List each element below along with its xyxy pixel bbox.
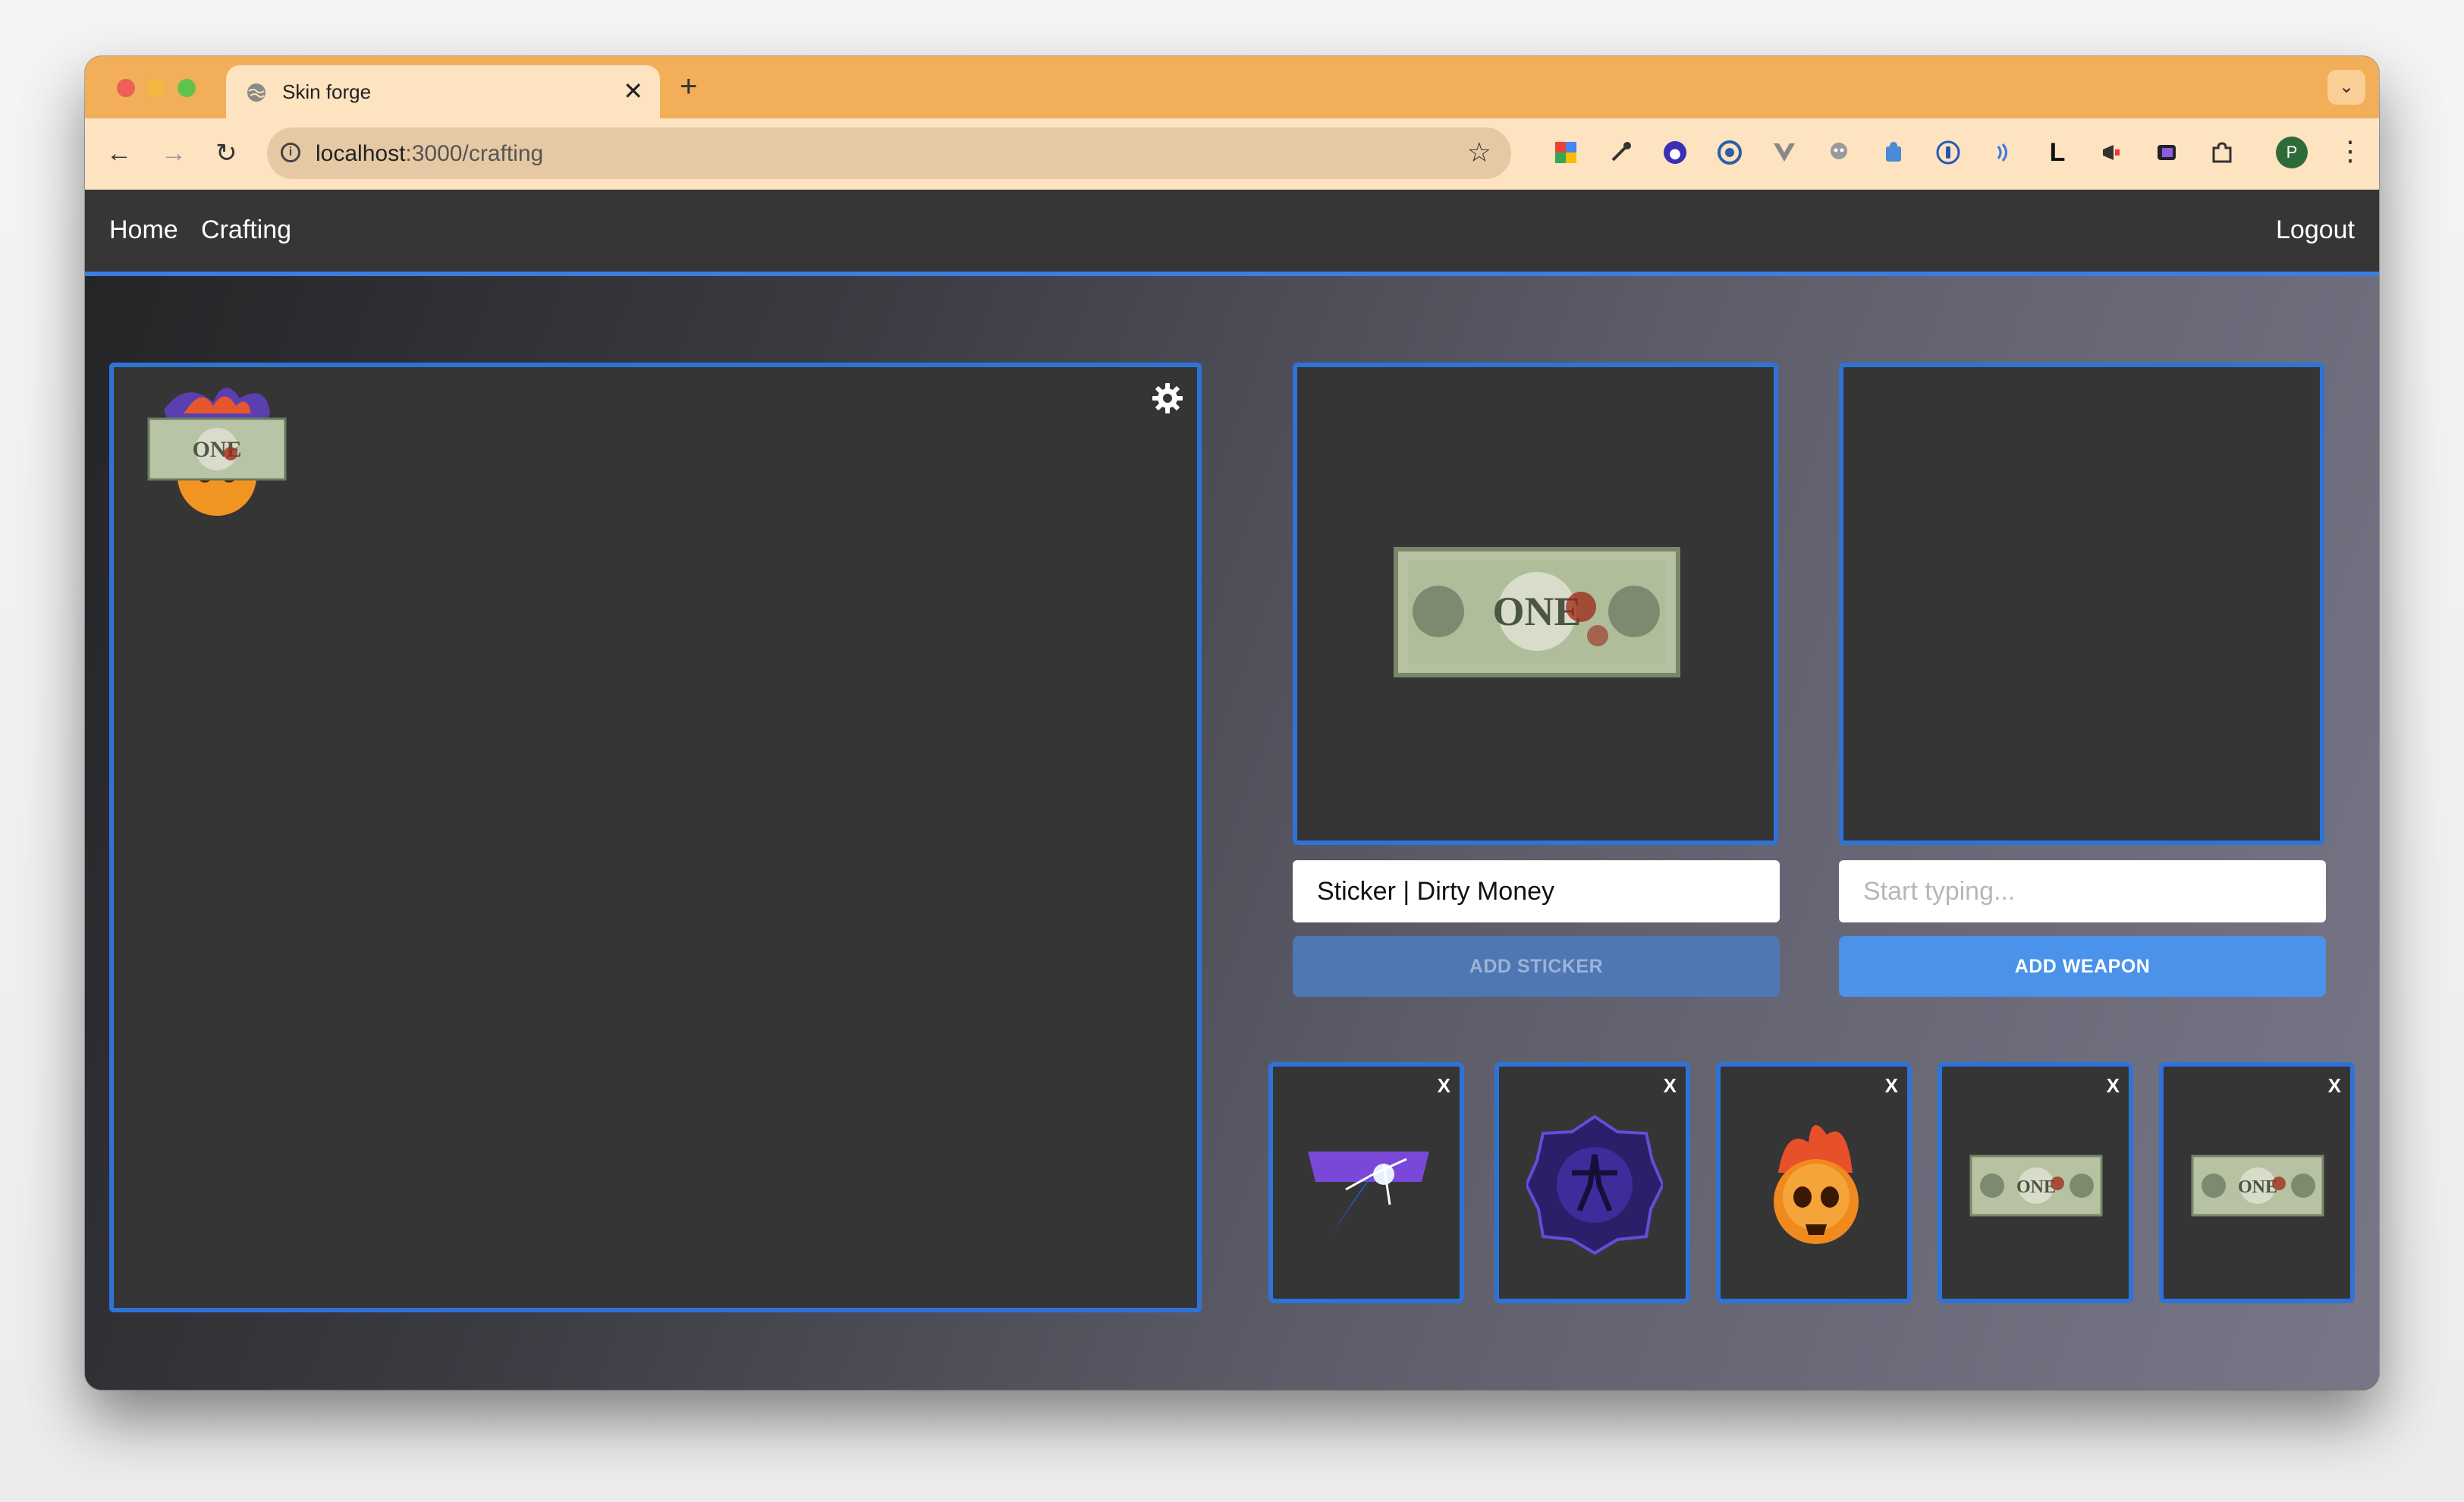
flaming-skull-sticker-image (1774, 1125, 1859, 1244)
remove-sticker-button[interactable]: X (1885, 1074, 1898, 1098)
crafting-canvas[interactable]: ONE (109, 363, 1202, 1312)
eyedropper-icon[interactable] (1607, 139, 1634, 166)
sticker-thumb[interactable]: X (1494, 1062, 1690, 1303)
canvas-placed-stickers[interactable]: ONE (141, 379, 293, 523)
site-info-icon[interactable]: i (281, 143, 300, 162)
l-extension-icon[interactable]: L (2044, 139, 2071, 166)
browser-toolbar: ← → ↻ i localhost:3000/crafting ☆ ● L P … (85, 118, 2379, 190)
audio-icon[interactable] (1989, 139, 2016, 166)
browser-menu-icon[interactable]: ⋮ (2337, 134, 2364, 168)
settings-gear-icon[interactable] (1150, 381, 1185, 416)
ghost-icon[interactable] (1825, 139, 1853, 166)
sticker-thumb[interactable]: X (1268, 1062, 1464, 1303)
reload-icon[interactable]: ↻ (215, 138, 237, 168)
remove-sticker-button[interactable]: X (2107, 1074, 2120, 1098)
sticker-preview: ONE (1293, 363, 1778, 845)
maximize-window-button[interactable] (178, 79, 196, 97)
bill-text-thumb: ONE (2238, 1177, 2277, 1197)
browser-window: Skin forge ✕ + ⌄ ← → ↻ i localhost:3000/… (85, 56, 2379, 1390)
bookmark-star-icon[interactable]: ☆ (1467, 137, 1491, 168)
google-icon[interactable] (1552, 139, 1579, 166)
color-icon[interactable] (2153, 139, 2180, 166)
add-sticker-button[interactable]: ADD STICKER (1293, 936, 1780, 997)
vue-icon[interactable] (1771, 139, 1798, 166)
nav-crafting[interactable]: Crafting (201, 215, 291, 245)
url-text: localhost:3000/crafting (316, 141, 544, 166)
nav-logout[interactable]: Logout (2276, 215, 2355, 245)
puzzle-icon[interactable] (2208, 139, 2235, 166)
profile-avatar[interactable]: P (2276, 137, 2308, 168)
sticker-thumb[interactable]: X ONE (1938, 1062, 2133, 1303)
top-navbar: Home Crafting Logout (85, 190, 2379, 276)
weapon-search-input[interactable]: Start typing... (1839, 860, 2326, 922)
new-tab-button[interactable]: + (680, 70, 697, 103)
back-icon[interactable]: ← (106, 138, 132, 168)
remove-sticker-button[interactable]: X (1664, 1074, 1677, 1098)
nav-home[interactable]: Home (109, 215, 178, 245)
shattered-web-sticker-image (1308, 1152, 1429, 1235)
forward-icon[interactable]: → (161, 138, 187, 168)
dirty-money-sticker-image: ONE (1969, 1155, 2103, 1217)
browser-tab[interactable]: Skin forge ✕ (226, 65, 660, 118)
app-area: Home Crafting Logout ONE ONE Sticker | D… (85, 190, 2379, 1390)
extension-icon[interactable] (1716, 139, 1743, 166)
weapon-preview (1839, 363, 2324, 845)
sticker-search-input[interactable]: Sticker | Dirty Money (1293, 860, 1780, 922)
remove-sticker-button[interactable]: X (2328, 1074, 2341, 1098)
dirty-money-preview-image: ONE (1394, 547, 1680, 677)
sticker-thumb[interactable]: X ONE (2159, 1062, 2355, 1303)
puzzle-icon[interactable] (1880, 139, 1907, 166)
tab-strip: Skin forge ✕ + ⌄ (85, 56, 2379, 118)
address-bar[interactable]: i localhost:3000/crafting ☆ (267, 127, 1511, 179)
megaphone-icon[interactable] (2098, 139, 2126, 166)
tab-title: Skin forge (282, 80, 372, 103)
svg-text:●: ● (1669, 146, 1681, 162)
globe-icon (247, 83, 266, 102)
remove-sticker-button[interactable]: X (1438, 1074, 1450, 1098)
csgo-sticker-image (1526, 1114, 1663, 1255)
tab-search-button[interactable]: ⌄ (2327, 70, 2365, 105)
close-tab-icon[interactable]: ✕ (623, 77, 643, 105)
extension-icon[interactable]: ● (1661, 139, 1689, 166)
sticker-thumb[interactable]: X (1716, 1062, 1912, 1303)
minimize-window-button[interactable] (147, 79, 165, 97)
add-weapon-button[interactable]: ADD WEAPON (1839, 936, 2326, 997)
password-icon[interactable] (1934, 139, 1962, 166)
close-window-button[interactable] (117, 79, 135, 97)
dirty-money-sticker-image: ONE (2191, 1155, 2324, 1217)
bill-text-thumb: ONE (2016, 1177, 2056, 1197)
